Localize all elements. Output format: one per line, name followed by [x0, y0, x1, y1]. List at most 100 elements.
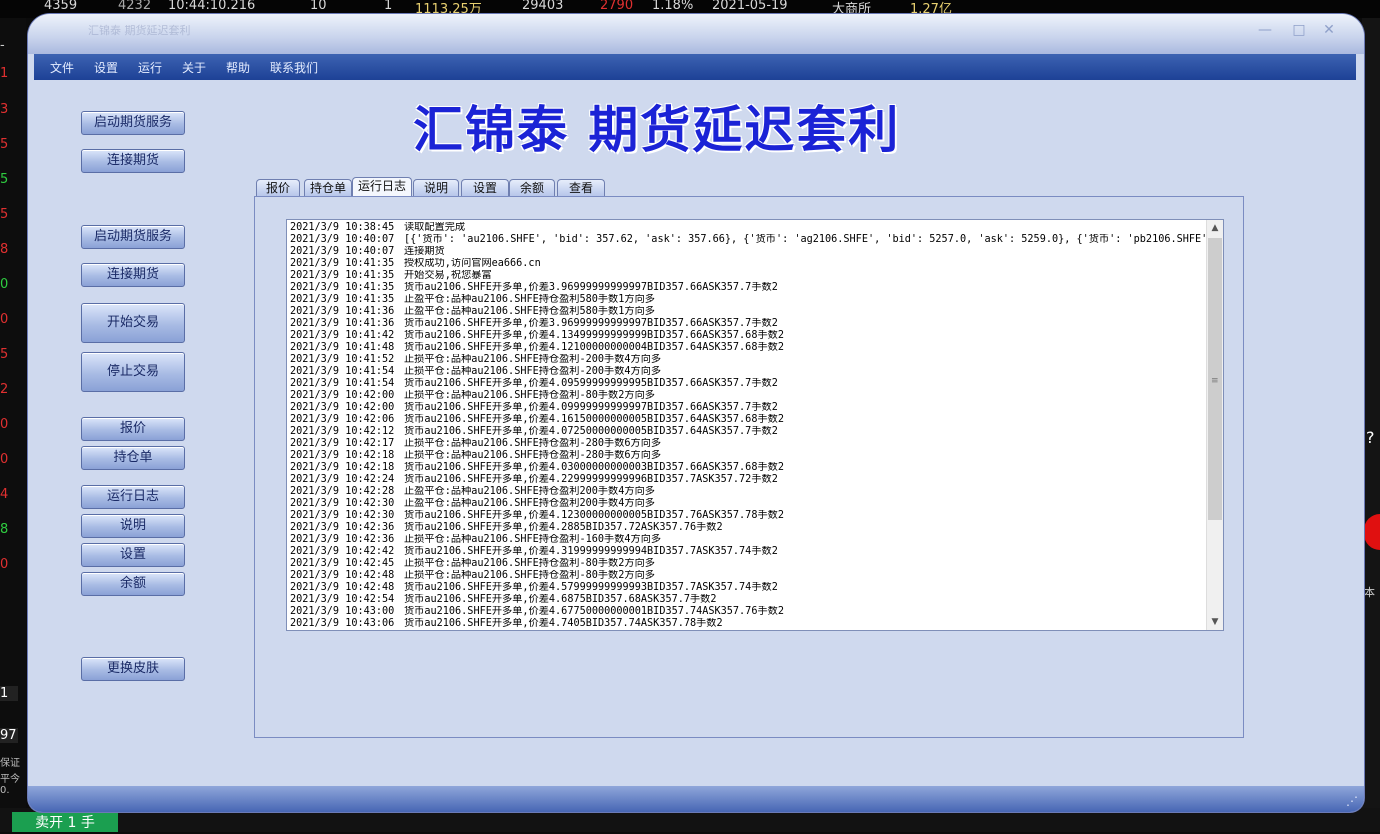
log-message: 货币au2106.SHFE开多单,价差4.31999999999994BID35…	[404, 546, 778, 557]
chevron-up-icon[interactable]: ▲	[1207, 220, 1223, 236]
title-bar[interactable]: 汇锦泰 期货延迟套利 — □ ✕	[28, 14, 1364, 54]
log-line: 2021/3/9 10:42:17 止损平仓:品种au2106.SHFE持仓盈利-…	[290, 438, 1208, 450]
menu-help[interactable]: 帮助	[226, 59, 250, 76]
quote-button[interactable]: 报价	[81, 417, 185, 441]
stop-trading-button[interactable]: 停止交易	[81, 352, 185, 392]
log-line: 2021/3/9 10:42:18 止损平仓:品种au2106.SHFE持仓盈利-…	[290, 450, 1208, 462]
log-timestamp: 2021/3/9 10:43:06	[290, 618, 395, 629]
log-line: 2021/3/9 10:42:36 货币au2106.SHFE开多单,价差4.28…	[290, 522, 1208, 534]
qty-field[interactable]: 1	[0, 686, 18, 701]
app-headline: 汇锦泰 期货延迟套利	[413, 101, 901, 159]
log-lines: 2021/3/9 10:38:45 读取配置完成 2021/3/9 10:40:07…	[290, 222, 1208, 630]
run-log-textbox[interactable]: 2021/3/9 10:38:45 读取配置完成 2021/3/9 10:40:07…	[286, 219, 1224, 631]
start-service-button[interactable]: 启动期货服务	[81, 111, 185, 135]
menu-file[interactable]: 文件	[50, 59, 74, 76]
app-window: 汇锦泰 期货延迟套利 — □ ✕ 文件 设置 运行 关于 帮助 联系我们 汇锦泰…	[28, 14, 1364, 812]
help-icon[interactable]: ?	[1366, 428, 1375, 447]
connect-futures-button-2[interactable]: 连接期货	[81, 263, 185, 287]
log-line: 2021/3/9 10:42:45 止损平仓:品种au2106.SHFE持仓盈利-…	[290, 558, 1208, 570]
tab-view[interactable]: 查看	[557, 179, 605, 196]
log-scrollbar[interactable]: ▲ ≡ ▼	[1206, 220, 1223, 630]
log-line: 2021/3/9 10:38:45 读取配置完成	[290, 222, 1208, 234]
resize-grip-icon[interactable]: ⋰	[1346, 794, 1358, 808]
price-field[interactable]: 97	[0, 728, 18, 743]
log-message: 止损平仓:品种au2106.SHFE持仓盈利-80手数2方向多	[404, 558, 655, 569]
record-button[interactable]	[1364, 514, 1380, 550]
settings-button[interactable]: 设置	[81, 543, 185, 567]
log-line: 2021/3/9 10:41:54 止损平仓:品种au2106.SHFE持仓盈利-…	[290, 366, 1208, 378]
log-line: 2021/3/9 10:40:07 [{'货币': 'au2106.SHFE', …	[290, 234, 1208, 246]
menu-run[interactable]: 运行	[138, 59, 162, 76]
connect-futures-button[interactable]: 连接期货	[81, 149, 185, 173]
ticker-cell: 2021-05-19	[712, 0, 788, 13]
minimize-button[interactable]: —	[1254, 22, 1276, 40]
log-message: 读取配置完成	[404, 222, 466, 233]
log-timestamp: 2021/3/9 10:42:00	[290, 390, 395, 401]
change-skin-button[interactable]: 更换皮肤	[81, 657, 185, 681]
sell-open-button[interactable]: 卖开 1 手	[12, 812, 118, 832]
log-message: 止损平仓:品种au2106.SHFE持仓盈利-80手数2方向多	[404, 390, 655, 401]
log-line: 2021/3/9 10:41:35 开始交易,祝您暴富	[290, 270, 1208, 282]
start-trading-button[interactable]: 开始交易	[81, 303, 185, 343]
bg-digit: -	[0, 38, 5, 53]
menu-about[interactable]: 关于	[182, 59, 206, 76]
log-message: 止损平仓:品种au2106.SHFE持仓盈利-280手数6方向多	[404, 450, 662, 461]
tab-settings[interactable]: 设置	[461, 179, 509, 196]
log-timestamp: 2021/3/9 10:41:36	[290, 306, 395, 317]
log-message: 货币au2106.SHFE开多单,价差4.03000000000003BID35…	[404, 462, 784, 473]
log-message: 货币au2106.SHFE开多单,价差4.16150000000005BID35…	[404, 414, 784, 425]
tab-positions[interactable]: 持仓单	[304, 179, 352, 196]
log-line: 2021/3/9 10:41:42 货币au2106.SHFE开多单,价差4.13…	[290, 330, 1208, 342]
log-message: 货币au2106.SHFE开多单,价差4.6875BID357.68ASK357…	[404, 594, 717, 605]
log-line: 2021/3/9 10:40:07 连接期货	[290, 246, 1208, 258]
maximize-button[interactable]: □	[1288, 22, 1310, 40]
log-message: 货币au2106.SHFE开多单,价差4.67750000000001BID35…	[404, 606, 784, 617]
grip-icon: ≡	[1211, 376, 1219, 386]
log-timestamp: 2021/3/9 10:41:35	[290, 270, 395, 281]
balance-button[interactable]: 余额	[81, 572, 185, 596]
log-timestamp: 2021/3/9 10:41:48	[290, 342, 395, 353]
menu-contact[interactable]: 联系我们	[270, 59, 318, 76]
bg-digit: 5	[0, 137, 9, 152]
tab-quote[interactable]: 报价	[256, 179, 300, 196]
log-timestamp: 2021/3/9 10:40:07	[290, 234, 395, 245]
log-message: 货币au2106.SHFE开多单,价差4.09999999999997BID35…	[404, 402, 778, 413]
bg-label: 平今0.	[0, 774, 20, 796]
status-bar: ⋰	[28, 786, 1364, 812]
log-message: 货币au2106.SHFE开多单,价差4.07250000000005BID35…	[404, 426, 778, 437]
log-line: 2021/3/9 10:43:06 货币au2106.SHFE开多单,价差4.74…	[290, 618, 1208, 630]
start-service-button-2[interactable]: 启动期货服务	[81, 225, 185, 249]
log-line: 2021/3/9 10:43:00 货币au2106.SHFE开多单,价差4.67…	[290, 606, 1208, 618]
tab-run-log[interactable]: 运行日志	[352, 177, 412, 196]
log-timestamp: 2021/3/9 10:41:52	[290, 354, 395, 365]
menu-settings[interactable]: 设置	[94, 59, 118, 76]
log-message: 止盈平仓:品种au2106.SHFE持仓盈利200手数4方向多	[404, 486, 655, 497]
chevron-down-icon[interactable]: ▼	[1207, 614, 1223, 630]
scrollbar-thumb[interactable]: ≡	[1208, 238, 1222, 520]
log-message: 货币au2106.SHFE开多单,价差4.2885BID357.72ASK357…	[404, 522, 723, 533]
ticker-cell: 1.18%	[652, 0, 694, 13]
ticker-cell: 10:44:10.216	[168, 0, 256, 13]
positions-button[interactable]: 持仓单	[81, 446, 185, 470]
bg-digit: 8	[0, 522, 9, 537]
close-button[interactable]: ✕	[1318, 22, 1340, 40]
bg-digit: 1	[0, 66, 9, 81]
ticker-cell: 1	[384, 0, 393, 13]
log-message: 止盈平仓:品种au2106.SHFE持仓盈利580手数1方向多	[404, 294, 655, 305]
log-message: [{'货币': 'au2106.SHFE', 'bid': 357.62, 'a…	[404, 234, 1208, 245]
bg-digit: 5	[0, 207, 9, 222]
run-log-button[interactable]: 运行日志	[81, 485, 185, 509]
log-timestamp: 2021/3/9 10:42:18	[290, 462, 395, 473]
log-timestamp: 2021/3/9 10:41:35	[290, 282, 395, 293]
tab-about[interactable]: 说明	[413, 179, 459, 196]
log-timestamp: 2021/3/9 10:42:48	[290, 582, 395, 593]
log-message: 止损平仓:品种au2106.SHFE持仓盈利-80手数2方向多	[404, 570, 655, 581]
log-line: 2021/3/9 10:42:00 货币au2106.SHFE开多单,价差4.09…	[290, 402, 1208, 414]
about-button[interactable]: 说明	[81, 514, 185, 538]
tab-balance[interactable]: 余额	[509, 179, 555, 196]
log-timestamp: 2021/3/9 10:42:06	[290, 414, 395, 425]
log-line: 2021/3/9 10:42:48 货币au2106.SHFE开多单,价差4.57…	[290, 582, 1208, 594]
log-timestamp: 2021/3/9 10:42:54	[290, 594, 395, 605]
bg-digit: 3	[0, 102, 9, 117]
log-timestamp: 2021/3/9 10:41:35	[290, 258, 395, 269]
